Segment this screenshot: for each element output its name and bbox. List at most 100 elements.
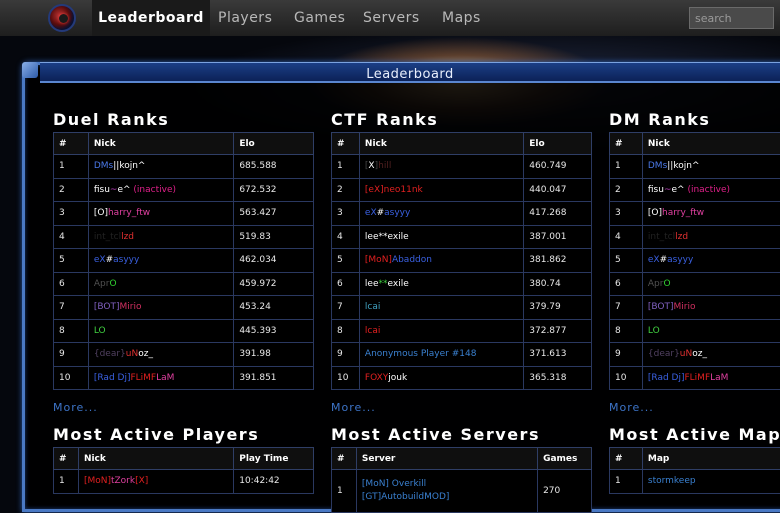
- nick-cell[interactable]: [X]hill: [359, 155, 523, 179]
- col-header-play-time[interactable]: Play Time: [234, 448, 314, 470]
- nav-games[interactable]: Games: [294, 0, 345, 36]
- col-header-nick[interactable]: Nick: [78, 448, 233, 470]
- table-row[interactable]: 6AprO459.972: [54, 272, 314, 296]
- rank-cell: 2: [610, 178, 643, 202]
- table-row[interactable]: 6AprO: [610, 272, 780, 296]
- nav-servers[interactable]: Servers: [363, 0, 420, 36]
- nick-cell[interactable]: {dear}uNoz_: [642, 343, 780, 367]
- nick-cell[interactable]: eX#asyyy: [359, 202, 523, 226]
- table-row[interactable]: 8LO445.393: [54, 319, 314, 343]
- nick-cell[interactable]: stormkeep: [642, 470, 780, 494]
- nick-cell[interactable]: fisu~e^ (inactive): [642, 178, 780, 202]
- nick-cell[interactable]: fisu~e^ (inactive): [88, 178, 233, 202]
- table-row[interactable]: 1[MoN]tZork[X]10:42:42: [54, 470, 314, 494]
- table-row[interactable]: 9{dear}uNoz_391.98: [54, 343, 314, 367]
- nick-cell[interactable]: [MoN]tZork[X]: [78, 470, 233, 494]
- dm-ranks-title: DM Ranks: [609, 110, 710, 129]
- table-row[interactable]: 3eX#asyyy417.268: [332, 202, 592, 226]
- table-row[interactable]: 1[X]hill460.749: [332, 155, 592, 179]
- col-header-rank[interactable]: #: [610, 448, 643, 470]
- table-row[interactable]: 1DMs||kojn^: [610, 155, 780, 179]
- table-row[interactable]: 8lcai372.877: [332, 319, 592, 343]
- table-row[interactable]: 6lee**exile380.74: [332, 272, 592, 296]
- table-row[interactable]: 2fisu~e^ (inactive): [610, 178, 780, 202]
- table-row[interactable]: 2fisu~e^ (inactive)672.532: [54, 178, 314, 202]
- table-row[interactable]: 5[MoN]Abaddon381.862: [332, 249, 592, 273]
- table-row[interactable]: 1[MoN] Overkill[GT]AutobuildMOD]270: [332, 470, 592, 513]
- nick-cell[interactable]: AprO: [88, 272, 233, 296]
- table-row[interactable]: 4int_tcllzd: [610, 225, 780, 249]
- table-row[interactable]: 10FOXYjouk365.318: [332, 366, 592, 390]
- table-row[interactable]: 8LO: [610, 319, 780, 343]
- col-header-elo[interactable]: Elo: [524, 133, 592, 155]
- ctf-more-link[interactable]: More...: [331, 401, 376, 414]
- nick-cell[interactable]: [MoN]Abaddon: [359, 249, 523, 273]
- nick-cell[interactable]: Anonymous Player #148: [359, 343, 523, 367]
- site-logo-icon[interactable]: [48, 4, 76, 32]
- col-header-rank[interactable]: #: [54, 133, 89, 155]
- nick-cell[interactable]: [MoN] Overkill[GT]AutobuildMOD]: [356, 470, 537, 513]
- table-row[interactable]: 2[eX]neo11nk440.047: [332, 178, 592, 202]
- value-cell: 672.532: [234, 178, 314, 202]
- table-row[interactable]: 9{dear}uNoz_: [610, 343, 780, 367]
- col-header-map[interactable]: Map: [642, 448, 780, 470]
- nav-maps[interactable]: Maps: [442, 0, 481, 36]
- table-row[interactable]: 1DMs||kojn^685.588: [54, 155, 314, 179]
- table-row[interactable]: 9Anonymous Player #148371.613: [332, 343, 592, 367]
- col-header-rank[interactable]: #: [332, 448, 357, 470]
- table-row[interactable]: 5eX#asyyy: [610, 249, 780, 273]
- nick-cell[interactable]: LO: [88, 319, 233, 343]
- nick-cell[interactable]: LO: [642, 319, 780, 343]
- nick-cell[interactable]: AprO: [642, 272, 780, 296]
- nick-segment: [MoN]: [365, 255, 392, 265]
- table-row[interactable]: 7[BOT]Mirio: [610, 296, 780, 320]
- table-row[interactable]: 3[O]harry_ftw: [610, 202, 780, 226]
- nick-cell[interactable]: [BOT]Mirio: [88, 296, 233, 320]
- table-row[interactable]: 10[Rad Dj]FLiMFLaM: [610, 366, 780, 390]
- nick-cell[interactable]: int_tcllzd: [642, 225, 780, 249]
- table-row[interactable]: 10[Rad Dj]FLiMFLaM391.851: [54, 366, 314, 390]
- nick-cell[interactable]: [O]harry_ftw: [88, 202, 233, 226]
- dm-more-link[interactable]: More...: [609, 401, 654, 414]
- table-row[interactable]: 5eX#asyyy462.034: [54, 249, 314, 273]
- table-row[interactable]: 4int_tcllzd519.83: [54, 225, 314, 249]
- nick-cell[interactable]: {dear}uNoz_: [88, 343, 233, 367]
- col-header-rank[interactable]: #: [332, 133, 360, 155]
- rank-cell: 10: [610, 366, 643, 390]
- nick-cell[interactable]: eX#asyyy: [642, 249, 780, 273]
- nick-cell[interactable]: lcai: [359, 296, 523, 320]
- nick-segment: (inactive): [687, 185, 730, 195]
- col-header-elo[interactable]: Elo: [234, 133, 314, 155]
- col-header-games[interactable]: Games: [538, 448, 592, 470]
- search-input[interactable]: [689, 7, 774, 29]
- nick-cell[interactable]: [BOT]Mirio: [642, 296, 780, 320]
- nick-cell[interactable]: [Rad Dj]FLiMFLaM: [642, 366, 780, 390]
- nick-cell[interactable]: int_tcllzd: [88, 225, 233, 249]
- nick-cell[interactable]: eX#asyyy: [88, 249, 233, 273]
- nick-cell[interactable]: [O]harry_ftw: [642, 202, 780, 226]
- table-row[interactable]: 1stormkeep: [610, 470, 780, 494]
- table-row[interactable]: 4lee**exile387.001: [332, 225, 592, 249]
- table-row[interactable]: 7lcai379.79: [332, 296, 592, 320]
- nick-cell[interactable]: [eX]neo11nk: [359, 178, 523, 202]
- nick-cell[interactable]: lcai: [359, 319, 523, 343]
- col-header-nick[interactable]: Nick: [359, 133, 523, 155]
- table-row[interactable]: 3[O]harry_ftw563.427: [54, 202, 314, 226]
- col-header-nick[interactable]: Nick: [642, 133, 780, 155]
- nav-leaderboard[interactable]: Leaderboard: [92, 0, 210, 36]
- nick-cell[interactable]: lee**exile: [359, 225, 523, 249]
- col-header-nick[interactable]: Nick: [88, 133, 233, 155]
- nick-cell[interactable]: lee**exile: [359, 272, 523, 296]
- table-row[interactable]: 7[BOT]Mirio453.24: [54, 296, 314, 320]
- col-header-server[interactable]: Server: [356, 448, 537, 470]
- nick-cell[interactable]: [Rad Dj]FLiMFLaM: [88, 366, 233, 390]
- nick-segment: e^: [671, 185, 687, 195]
- col-header-rank[interactable]: #: [54, 448, 79, 470]
- nick-cell[interactable]: FOXYjouk: [359, 366, 523, 390]
- nick-cell[interactable]: DMs||kojn^: [88, 155, 233, 179]
- duel-more-link[interactable]: More...: [53, 401, 98, 414]
- rank-cell: 8: [54, 319, 89, 343]
- nav-players[interactable]: Players: [218, 0, 272, 36]
- nick-cell[interactable]: DMs||kojn^: [642, 155, 780, 179]
- col-header-rank[interactable]: #: [610, 133, 643, 155]
